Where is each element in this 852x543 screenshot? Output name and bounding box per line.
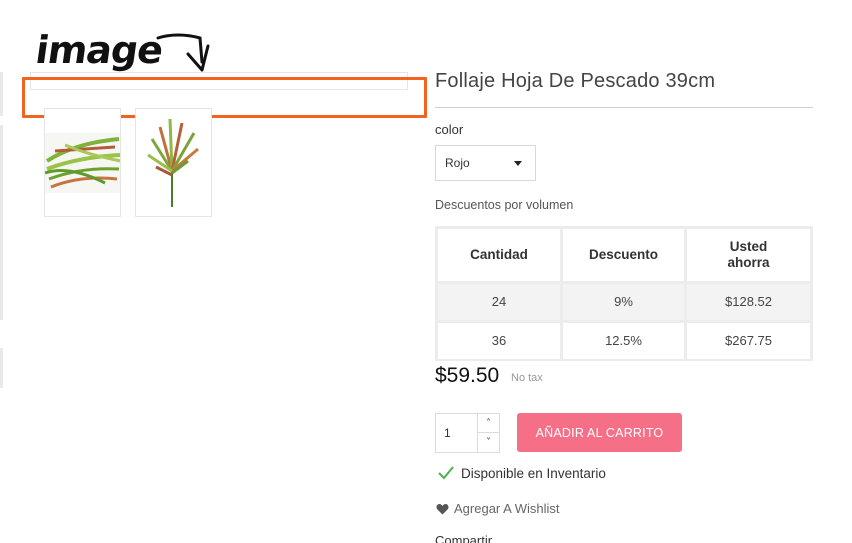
table-header-savings: Usted ahorra [687, 229, 810, 281]
check-icon [438, 466, 454, 480]
add-to-wishlist-link[interactable]: Agregar A Wishlist [436, 501, 560, 516]
chevron-up-icon[interactable]: ˄ [478, 414, 499, 433]
table-cell: 9% [563, 284, 684, 320]
color-select[interactable]: Rojo [435, 145, 536, 181]
heart-icon [436, 503, 449, 514]
tax-note: No tax [511, 372, 543, 384]
color-select-value: Rojo [445, 156, 470, 170]
thumbnail-1[interactable] [44, 108, 121, 217]
left-edge-fragment [0, 348, 3, 388]
title-divider [435, 107, 813, 108]
table-header-discount: Descuento [563, 229, 684, 281]
volume-discounts-label: Descuentos por volumen [435, 198, 574, 212]
arrow-icon [156, 33, 210, 72]
table-cell: 24 [438, 284, 560, 320]
caret-down-icon [514, 161, 522, 166]
stock-status-text: Disponible en Inventario [461, 465, 606, 481]
volume-discount-table: Cantidad Descuento Usted ahorra 24 9% $1… [435, 226, 813, 361]
plant-image [147, 118, 199, 207]
table-cell: $128.52 [687, 284, 810, 320]
table-cell: $267.75 [687, 323, 810, 359]
product-title: Follaje Hoja De Pescado 39cm [435, 70, 716, 92]
chevron-down-icon[interactable]: ˅ [478, 433, 499, 452]
quantity-stepper[interactable]: 1 ˄ ˅ [435, 413, 500, 453]
foliage-image [45, 133, 120, 193]
left-edge-fragment [0, 72, 3, 116]
share-label: Compartir [435, 533, 493, 543]
table-header-quantity: Cantidad [438, 229, 560, 281]
add-to-cart-button[interactable]: AÑADIR AL CARRITO [517, 413, 682, 452]
wishlist-label: Agregar A Wishlist [454, 501, 560, 516]
thumbnail-2[interactable] [135, 108, 212, 217]
left-edge-fragment [0, 125, 3, 320]
table-cell: 12.5% [563, 323, 684, 359]
quantity-buttons: ˄ ˅ [477, 414, 499, 452]
table-cell: 36 [438, 323, 560, 359]
product-price: $59.50 [435, 364, 500, 387]
color-label: color [435, 122, 464, 137]
stock-status: Disponible en Inventario [437, 465, 606, 481]
quantity-input[interactable]: 1 [444, 426, 451, 440]
